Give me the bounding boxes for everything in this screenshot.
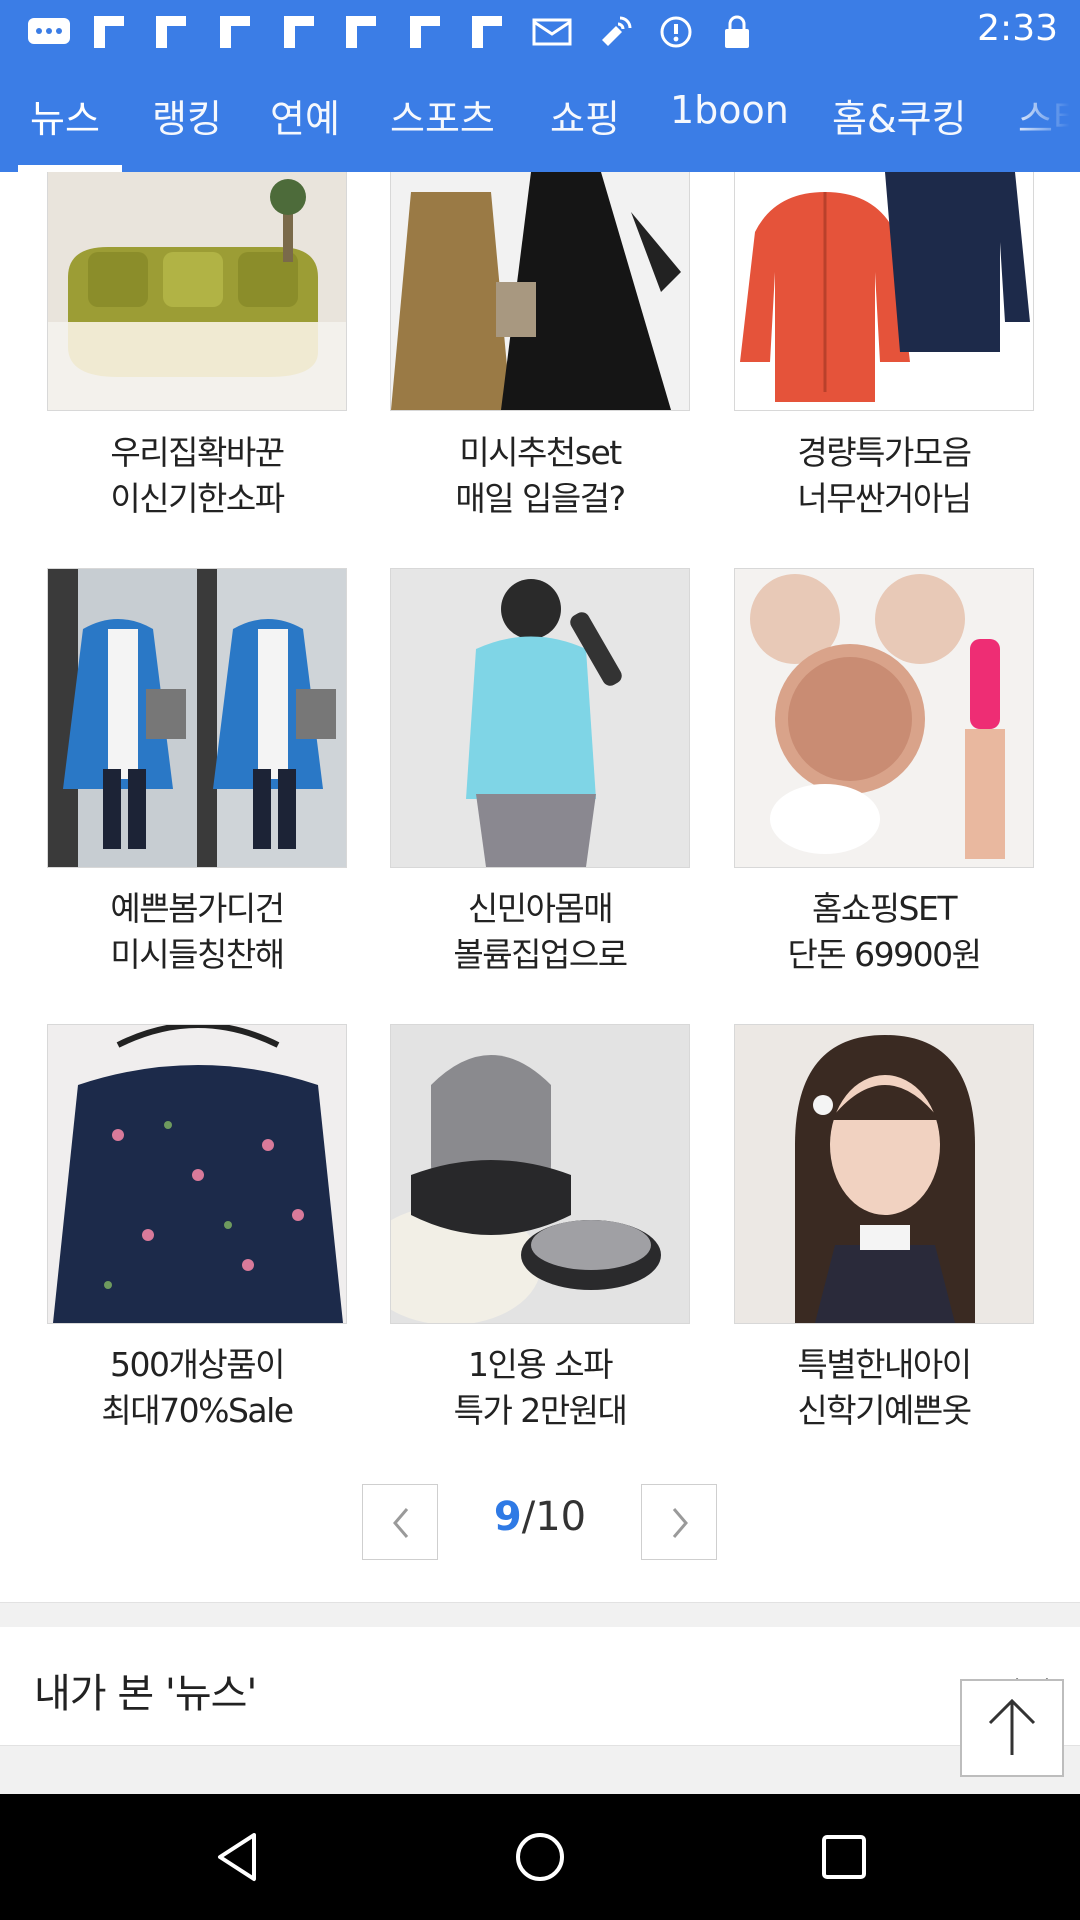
tab-shopping[interactable]: 쇼핑 <box>550 88 620 143</box>
scroll-to-top-button[interactable] <box>960 1679 1064 1777</box>
product-image-cosmetics <box>734 568 1034 868</box>
home-icon[interactable] <box>508 1825 572 1889</box>
status-bar: 2:33 <box>0 0 1080 64</box>
caption-line: 특가 2만원대 <box>453 1391 628 1430</box>
product-image-kids <box>734 1024 1034 1324</box>
caption-line: 최대70%Sale <box>101 1391 294 1430</box>
caption-line: 미시들칭찬해 <box>110 935 285 974</box>
product-caption: 신민아몸매 볼륨집업으로 <box>380 886 700 978</box>
caption-line: 단돈 69900원 <box>787 935 982 974</box>
caption-line: 매일 입을걸? <box>455 479 626 518</box>
product-caption: 1인용 소파 특가 2만원대 <box>380 1342 700 1434</box>
clock: 2:33 <box>977 8 1058 49</box>
viewed-history-title: 내가 본 '뉴스' <box>34 1671 257 1717</box>
page-indicator: 9/10 <box>480 1494 600 1540</box>
product-caption: 경량특가모음 너무싼거아님 <box>724 430 1044 522</box>
caption-line: 500개상품이 <box>110 1345 285 1384</box>
caption-line: 볼륨집업으로 <box>453 935 628 974</box>
product-image-air-sofa <box>390 1024 690 1324</box>
flipboard-icon <box>284 16 314 48</box>
lock-icon <box>725 15 749 48</box>
viewed-history-section[interactable]: 내가 본 '뉴스' <box>0 1627 1080 1746</box>
product-image-blouse <box>47 1024 347 1324</box>
tab-1boon[interactable]: 1boon <box>670 88 789 132</box>
current-page: 9 <box>493 1494 522 1540</box>
product-image-cardigan <box>47 568 347 868</box>
product-caption: 미시추천set 매일 입을걸? <box>380 430 700 522</box>
recents-icon[interactable] <box>812 1825 876 1889</box>
product-caption: 우리집확바꾼 이신기한소파 <box>37 430 357 522</box>
caption-line: 홈쇼핑SET <box>811 889 958 928</box>
caption-line: 특별한내아이 <box>797 1345 972 1384</box>
back-icon[interactable] <box>206 1825 270 1889</box>
sync-icon <box>660 16 692 48</box>
chat-icon <box>28 18 70 44</box>
tab-news[interactable]: 뉴스 <box>30 88 100 143</box>
tab-ranking[interactable]: 랭킹 <box>152 88 222 143</box>
page-separator: / <box>521 1494 536 1540</box>
active-tab-indicator <box>18 165 122 172</box>
chevron-right-icon <box>672 1508 688 1538</box>
category-tab-bar: 뉴스 랭킹 연예 스포츠 쇼핑 1boon 홈&쿠킹 스타 <box>0 64 1080 172</box>
product-caption: 특별한내아이 신학기예쁜옷 <box>724 1342 1044 1434</box>
product-image-outfit <box>390 172 690 411</box>
satellite-icon <box>602 16 632 46</box>
caption-line: 신민아몸매 <box>467 889 614 928</box>
flipboard-icon <box>220 16 250 48</box>
product-image-sofa <box>47 172 347 411</box>
mail-icon <box>532 18 572 46</box>
caption-line: 미시추천set <box>459 433 622 472</box>
caption-line: 예쁜봄가디건 <box>110 889 285 928</box>
arrow-up-icon <box>988 1698 1036 1755</box>
tab-entertainment[interactable]: 연예 <box>270 88 340 143</box>
caption-line: 신학기예쁜옷 <box>797 1391 972 1430</box>
product-caption: 500개상품이 최대70%Sale <box>37 1342 357 1434</box>
flipboard-icon <box>346 16 376 48</box>
caption-line: 너무싼거아님 <box>797 479 972 518</box>
caption-line: 1인용 소파 <box>468 1345 613 1384</box>
product-image-zipup <box>390 568 690 868</box>
product-image-jackets <box>734 172 1034 411</box>
flipboard-icon <box>472 16 502 48</box>
caption-line: 경량특가모음 <box>797 433 972 472</box>
caption-line: 이신기한소파 <box>110 479 285 518</box>
total-pages: 10 <box>535 1494 587 1540</box>
product-caption: 예쁜봄가디건 미시들칭찬해 <box>37 886 357 978</box>
caption-line: 우리집확바꾼 <box>110 433 285 472</box>
next-page-button[interactable] <box>641 1484 717 1560</box>
system-navigation-bar <box>0 1794 1080 1920</box>
tab-home-cooking[interactable]: 홈&쿠킹 <box>832 88 967 143</box>
flipboard-icon <box>156 16 186 48</box>
section-divider <box>0 1746 1080 1794</box>
section-divider <box>0 1602 1080 1627</box>
flipboard-icon <box>410 16 440 48</box>
product-caption: 홈쇼핑SET 단돈 69900원 <box>724 886 1044 978</box>
tab-sports[interactable]: 스포츠 <box>390 88 495 143</box>
chevron-left-icon <box>393 1508 409 1538</box>
previous-page-button[interactable] <box>362 1484 438 1560</box>
tab-fade <box>1010 64 1080 172</box>
flipboard-icon <box>94 16 124 48</box>
